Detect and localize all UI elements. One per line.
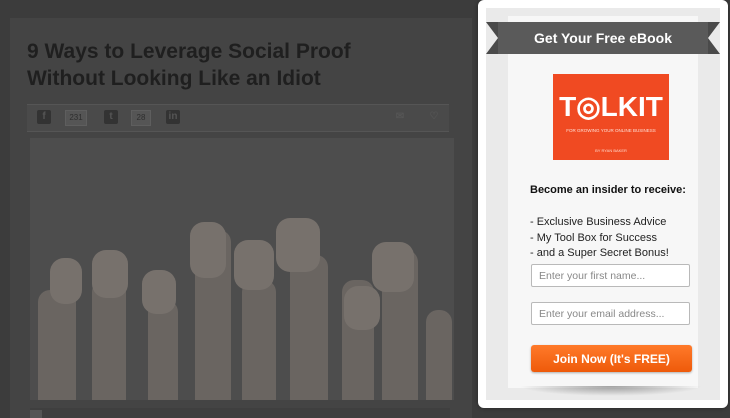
- photo-arm: [242, 280, 276, 400]
- ebook-optin-popup: Get Your Free eBook T◎LKIT FOR GROWING Y…: [478, 0, 728, 408]
- ebook-author: BY RYAN BAKER: [595, 148, 627, 153]
- first-name-input[interactable]: [531, 264, 690, 287]
- photo-arm: [426, 310, 452, 400]
- ribbon-tail-right: [708, 22, 720, 54]
- panel-shadow: [519, 386, 703, 396]
- photo-arm: [148, 300, 178, 400]
- twitter-share-count: 28: [131, 110, 151, 126]
- email-icon[interactable]: ✉: [393, 110, 407, 124]
- insider-heading: Become an insider to receive:: [530, 184, 686, 196]
- article-title-line-2: Without Looking Like an Idiot: [27, 67, 321, 90]
- article-title: 9 Ways to Leverage Social Proof Without …: [27, 38, 457, 92]
- photo-arm: [290, 255, 328, 400]
- popup-panel: [508, 16, 698, 388]
- photo-hand: [234, 240, 274, 290]
- photo-hand: [142, 270, 176, 314]
- benefit-item: - and a Super Secret Bonus!: [530, 247, 669, 259]
- ebook-subtitle: FOR GROWING YOUR ONLINE BUSINESS: [566, 128, 656, 133]
- ebook-title: T◎LKIT: [559, 91, 663, 122]
- article-body-preview: [30, 408, 450, 418]
- join-now-button[interactable]: Join Now (It's FREE): [531, 345, 692, 372]
- share-bar: f 231 t 28 in ✉ ♡: [27, 104, 449, 132]
- photo-hand: [344, 286, 380, 330]
- benefit-item: - Exclusive Business Advice: [530, 216, 667, 228]
- photo-hand: [276, 218, 320, 272]
- benefits-list: - Exclusive Business Advice - My Tool Bo…: [530, 215, 669, 262]
- popup-ribbon-title: Get Your Free eBook: [498, 22, 708, 54]
- benefit-item: - My Tool Box for Success: [530, 231, 657, 244]
- ribbon-tail-left: [486, 22, 498, 54]
- linkedin-icon[interactable]: in: [166, 110, 180, 124]
- article-photo: [30, 138, 454, 400]
- article-title-line-1: 9 Ways to Leverage Social Proof: [27, 40, 351, 63]
- photo-hand: [190, 222, 226, 278]
- email-input[interactable]: [531, 302, 690, 325]
- heart-icon[interactable]: ♡: [427, 110, 441, 124]
- facebook-icon[interactable]: f: [37, 110, 51, 124]
- ebook-cover: T◎LKIT FOR GROWING YOUR ONLINE BUSINESS …: [553, 74, 669, 160]
- photo-hand: [372, 242, 414, 292]
- twitter-icon[interactable]: t: [104, 110, 118, 124]
- popup-inner: Get Your Free eBook T◎LKIT FOR GROWING Y…: [486, 8, 720, 400]
- facebook-share-count: 231: [65, 110, 87, 126]
- photo-arm: [92, 280, 126, 400]
- photo-arm: [38, 290, 76, 400]
- article-body-icon: [30, 410, 42, 418]
- photo-hand: [92, 250, 128, 298]
- photo-hand: [50, 258, 82, 304]
